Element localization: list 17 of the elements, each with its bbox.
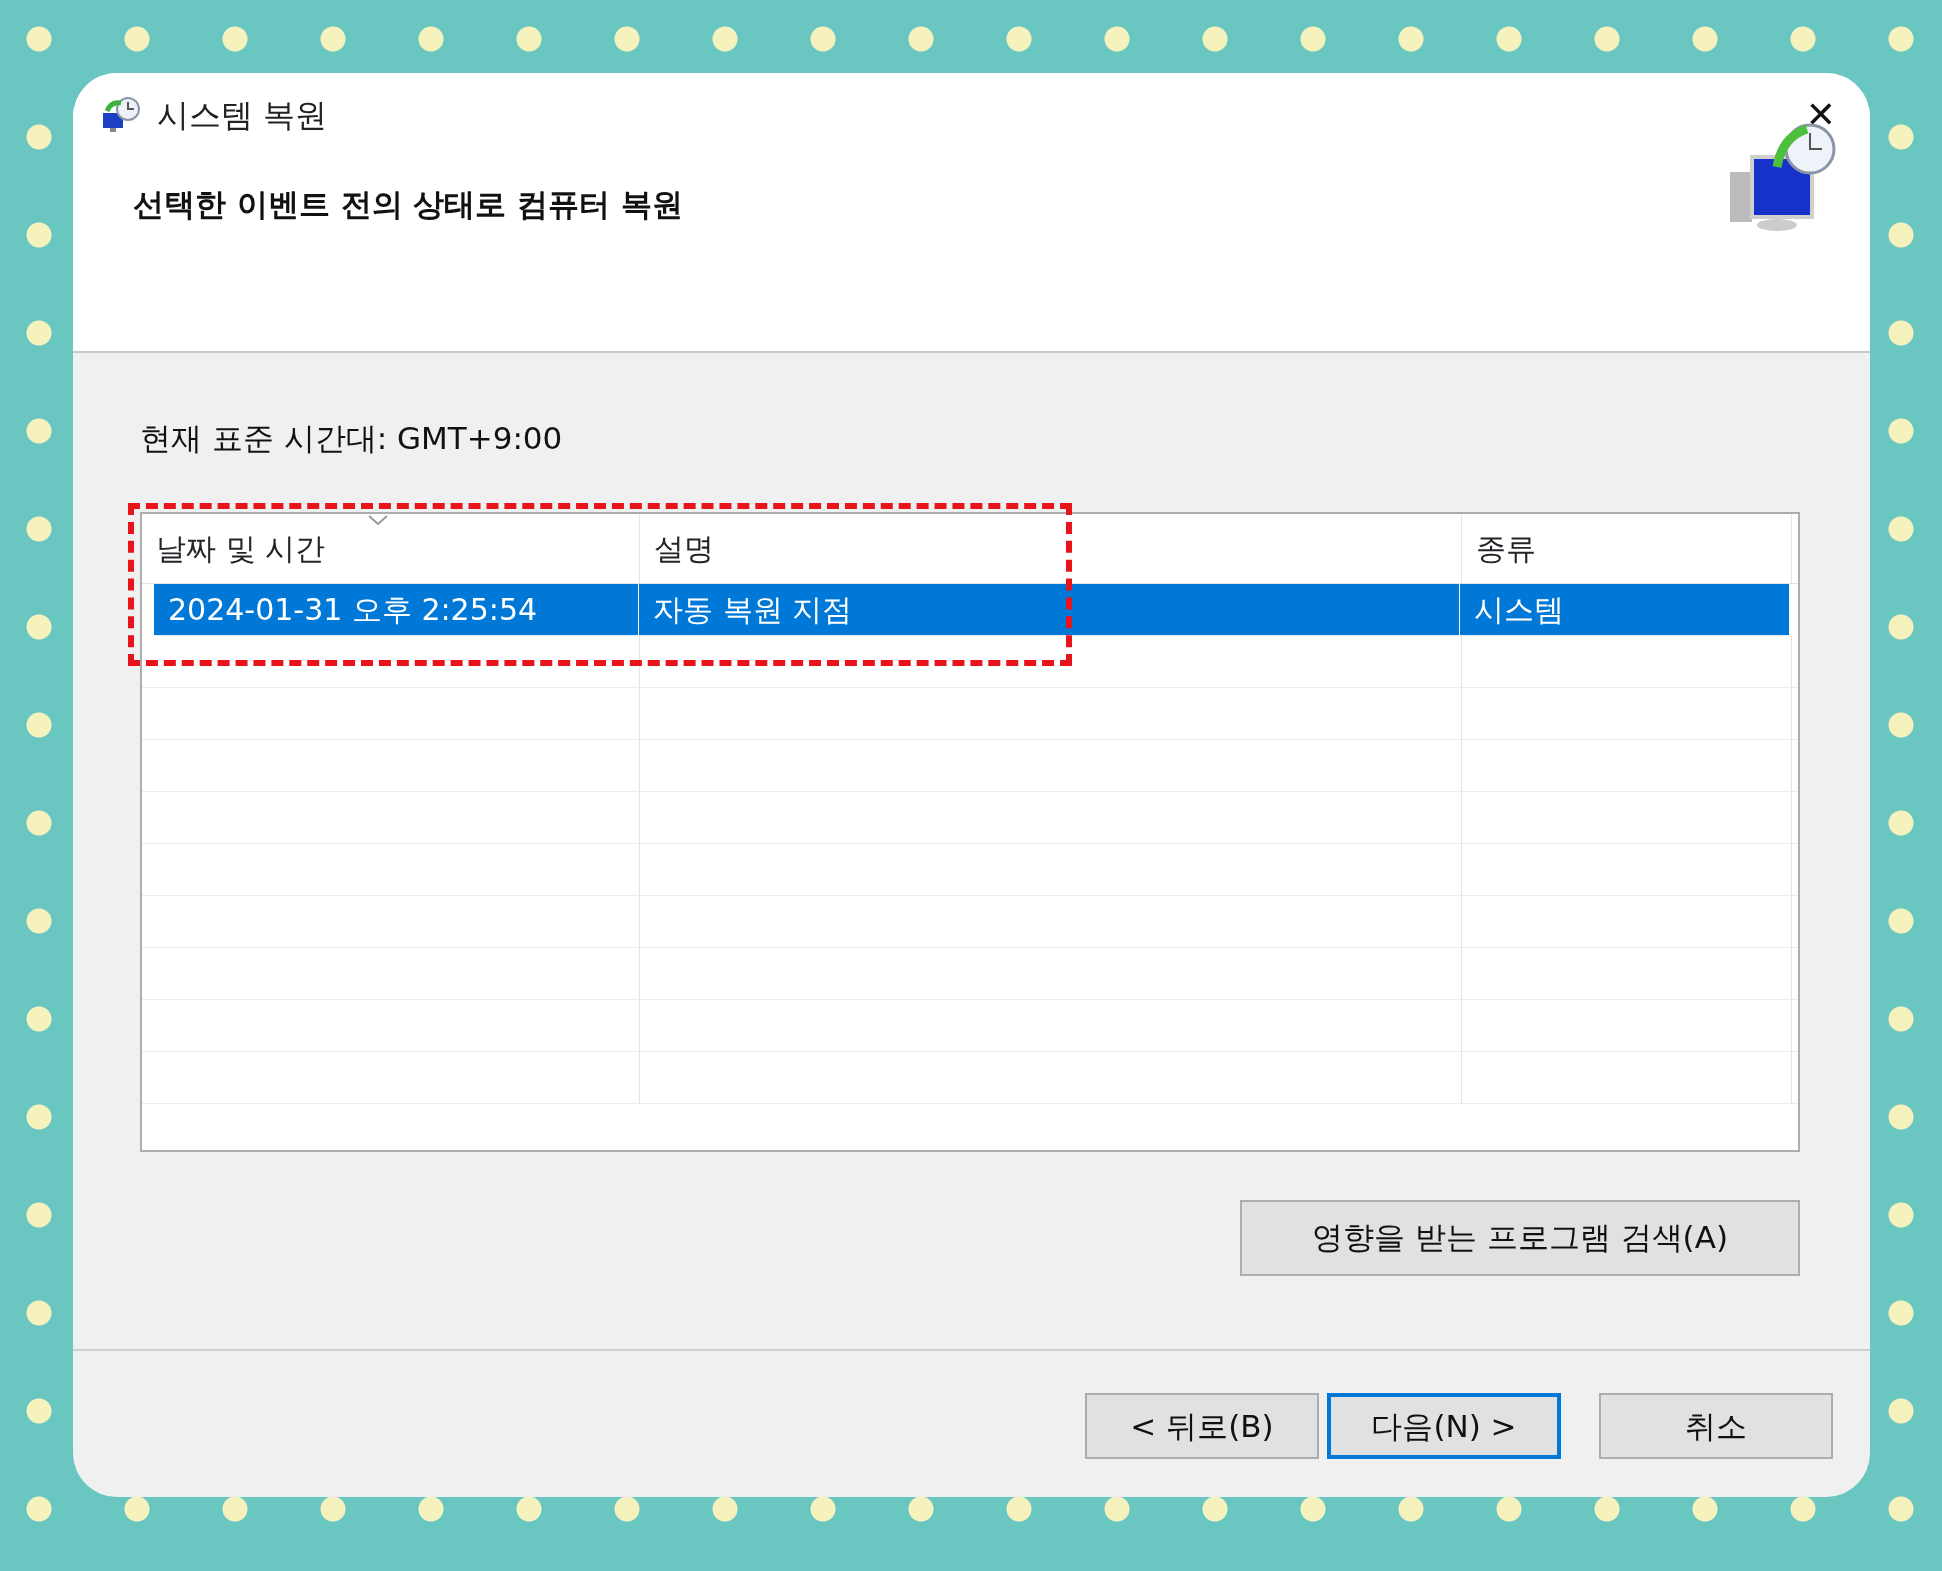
restore-icon xyxy=(101,95,141,135)
sort-caret-icon xyxy=(367,513,389,526)
scan-programs-button[interactable]: 영향을 받는 프로그램 검색(A) xyxy=(1240,1199,1800,1276)
column-header[interactable]: 설명 xyxy=(654,525,714,571)
table-row[interactable]: 2024-01-31 오후 2:25:54 자동 복원 지점 시스템 xyxy=(154,583,1790,636)
wizard-button[interactable]: < 뒤로(B) xyxy=(1085,1393,1319,1459)
table-cell-text: 2024-01-31 오후 2:25:54 xyxy=(168,590,538,629)
wizard-button[interactable]: 취소 xyxy=(1599,1393,1833,1459)
timezone-label: 현재 표준 시간대: GMT+9:00 xyxy=(140,419,564,458)
column-header[interactable]: 날짜 및 시간 xyxy=(156,525,326,571)
column-header[interactable]: 종류 xyxy=(1476,525,1536,571)
table-cell-text: 시스템 xyxy=(1474,590,1565,629)
wizard-button[interactable]: 다음(N) > xyxy=(1327,1393,1561,1459)
table-cell-text: 자동 복원 지점 xyxy=(653,590,853,629)
page-heading: 선택한 이벤트 전의 상태로 컴퓨터 복원 xyxy=(132,185,683,224)
close-button[interactable]: ✕ xyxy=(1799,97,1842,133)
window-title: 시스템 복원 xyxy=(157,95,328,136)
